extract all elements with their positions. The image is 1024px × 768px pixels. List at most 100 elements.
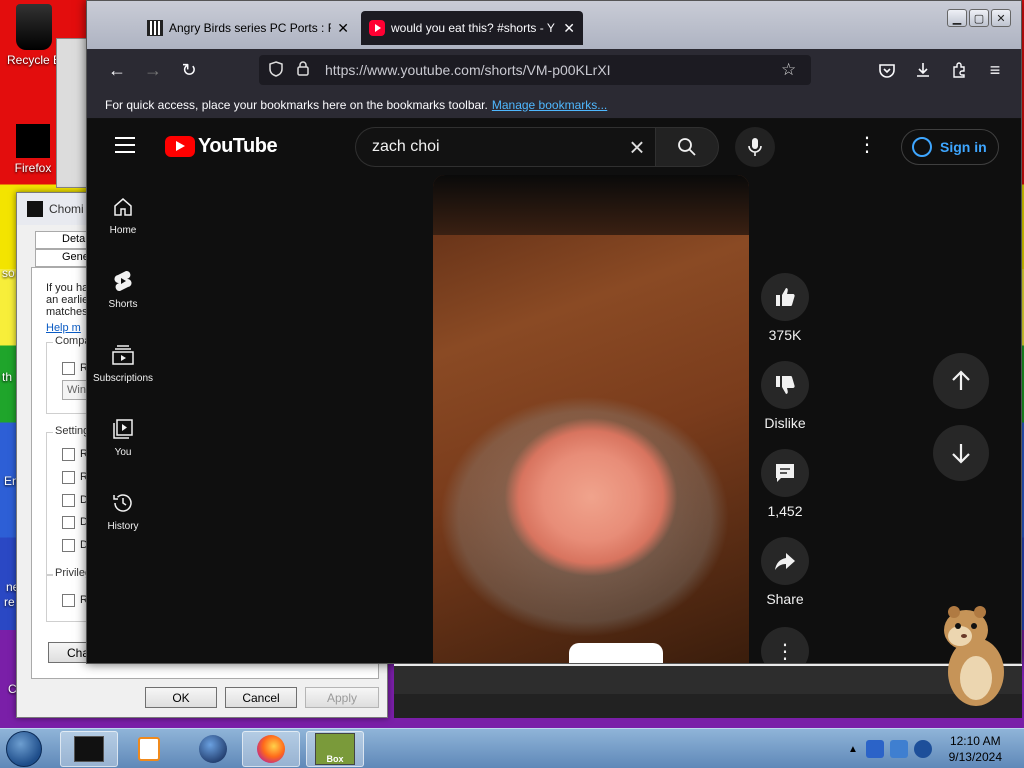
bookmarks-hint-text: For quick access, place your bookmarks h…: [105, 97, 488, 112]
cancel-button[interactable]: Cancel: [225, 687, 297, 708]
window-tray-icon[interactable]: [889, 740, 908, 758]
system-clock[interactable]: 12:10 AM 9/13/2024: [949, 733, 1002, 765]
dislike-button[interactable]: [761, 361, 809, 409]
thumbs-up-icon: [776, 288, 795, 306]
video-frame-top: [433, 175, 749, 235]
firefox-shortcut-icon: [16, 124, 50, 158]
youtube-logo[interactable]: YouTube: [165, 135, 278, 158]
shorts-video-player[interactable]: [433, 175, 749, 663]
tab-angry-birds[interactable]: Angry Birds series PC Ports : Ro ✕: [139, 11, 357, 45]
tab-title: Angry Birds series PC Ports : Ro: [169, 21, 332, 35]
comments-button[interactable]: [761, 449, 809, 497]
bookmark-star-icon[interactable]: ☆: [781, 60, 811, 80]
hamburger-menu-icon[interactable]: [115, 137, 135, 158]
youtube-favicon-icon: [369, 20, 385, 36]
settings-checkbox[interactable]: [62, 539, 75, 552]
sidebar-item-you[interactable]: You: [87, 411, 159, 485]
close-window-icon[interactable]: ✕: [991, 9, 1011, 27]
youtube-logo-text: YouTube: [198, 135, 278, 157]
reload-icon[interactable]: ↻: [171, 54, 207, 86]
video-overlay-pill[interactable]: [569, 643, 663, 663]
taskbar-item-media[interactable]: [120, 731, 178, 767]
settings-checkbox[interactable]: [62, 516, 75, 529]
network-icon[interactable]: [865, 740, 884, 758]
settings-checkbox[interactable]: [62, 471, 75, 484]
tab-youtube-shorts[interactable]: would you eat this? #shorts - Y ✕: [361, 11, 583, 45]
apply-button[interactable]: Apply: [305, 687, 379, 708]
settings-checkbox[interactable]: [62, 448, 75, 461]
start-button[interactable]: [6, 731, 42, 767]
like-button[interactable]: [761, 273, 809, 321]
sidebar-label: Shorts: [108, 299, 138, 310]
manage-bookmarks-link[interactable]: Manage bookmarks...: [492, 98, 607, 112]
youtube-play-icon: [165, 136, 195, 157]
desktop-fragment-text: th: [2, 370, 13, 384]
next-short-button[interactable]: [933, 425, 989, 481]
browser-titlebar[interactable]: Angry Birds series PC Ports : Ro ✕ would…: [87, 1, 1021, 49]
sign-in-label: Sign in: [940, 139, 987, 155]
hamster-desktop-pet-icon[interactable]: [936, 600, 1010, 710]
you-icon: [111, 417, 135, 441]
firefox-desktop-icon[interactable]: Firefox: [10, 124, 56, 175]
search-icon: [678, 138, 696, 156]
clear-search-icon[interactable]: ×: [623, 133, 651, 161]
desktop-fragment-text: re: [4, 595, 15, 609]
recycle-bin-desktop-icon[interactable]: Recycle B: [4, 4, 64, 67]
clock-date: 9/13/2024: [948, 750, 1002, 764]
sidebar-item-subscriptions[interactable]: Subscriptions: [87, 337, 159, 411]
back-arrow-icon[interactable]: ←: [99, 54, 135, 86]
sidebar-item-shorts[interactable]: Shorts: [87, 263, 159, 337]
voice-search-button[interactable]: [735, 127, 775, 167]
taskbar-item-console[interactable]: [60, 731, 118, 767]
microphone-icon: [748, 138, 762, 156]
shorts-icon: [111, 269, 135, 293]
sign-in-button[interactable]: Sign in: [901, 129, 999, 165]
bookmarks-toolbar: For quick access, place your bookmarks h…: [87, 91, 1021, 119]
search-button[interactable]: [655, 127, 719, 167]
close-tab-icon[interactable]: ✕: [337, 20, 349, 37]
downloads-icon[interactable]: [905, 54, 941, 86]
media-player-icon: [138, 737, 160, 761]
extensions-icon[interactable]: [941, 54, 977, 86]
maximize-icon[interactable]: ▢: [969, 9, 989, 27]
account-icon: [912, 137, 932, 157]
more-options-icon[interactable]: ⋮: [857, 135, 877, 155]
volume-icon[interactable]: [913, 740, 932, 758]
minimize-icon[interactable]: ▁: [947, 9, 967, 27]
forward-arrow-icon[interactable]: →: [135, 54, 171, 86]
url-text: https://www.youtube.com/shorts/VM-p00KLr…: [325, 62, 611, 78]
lock-icon[interactable]: [297, 61, 319, 79]
arrow-up-icon: [952, 370, 970, 390]
share-button[interactable]: [761, 537, 809, 585]
url-bar[interactable]: https://www.youtube.com/shorts/VM-p00KLr…: [259, 55, 811, 85]
previous-short-button[interactable]: [933, 353, 989, 409]
compat-checkbox[interactable]: [62, 362, 75, 375]
arrow-down-icon: [952, 444, 970, 464]
sidebar-label: Subscriptions: [92, 373, 154, 384]
navigation-toolbar: ← → ↻ https://www.youtube.com/shorts/VM-…: [87, 49, 1021, 91]
taskbar-item-hamster-box[interactable]: Box: [306, 731, 364, 767]
show-hidden-icons-icon[interactable]: ▲: [848, 744, 858, 755]
more-actions-button[interactable]: ⋮: [761, 627, 809, 663]
youtube-search-input[interactable]: zach choi: [355, 127, 655, 167]
angry-birds-favicon-icon: [147, 20, 163, 36]
privilege-checkbox[interactable]: [62, 594, 75, 607]
taskbar-item-firefox[interactable]: [242, 731, 300, 767]
tracking-shield-icon[interactable]: [269, 60, 291, 80]
app-menu-icon[interactable]: ≡: [977, 54, 1013, 86]
ok-button[interactable]: OK: [145, 687, 217, 708]
settings-checkbox[interactable]: [62, 494, 75, 507]
thumbs-down-icon: [776, 376, 795, 394]
youtube-sidebar: Home Shorts Subscriptions You History: [87, 189, 159, 559]
console-app-icon: [74, 736, 104, 762]
firefox-icon: [257, 735, 285, 763]
more-vertical-icon: ⋮: [775, 640, 795, 663]
taskbar-item-globe[interactable]: [184, 731, 242, 767]
sidebar-item-history[interactable]: History: [87, 485, 159, 559]
close-tab-icon[interactable]: ✕: [563, 20, 575, 37]
firefox-window: Angry Birds series PC Ports : Ro ✕ would…: [86, 0, 1022, 664]
sidebar-item-home[interactable]: Home: [87, 189, 159, 263]
pocket-icon[interactable]: [869, 54, 905, 86]
dialog-help-link[interactable]: Help m: [46, 322, 81, 335]
sidebar-label: History: [107, 521, 139, 532]
